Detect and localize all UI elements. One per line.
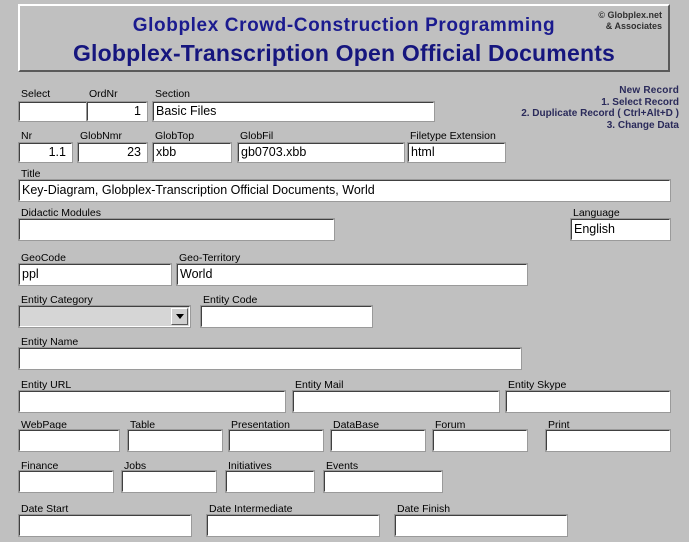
label-entity-name: Entity Name	[21, 336, 79, 348]
globfil-input[interactable]: gb0703.xbb	[237, 142, 405, 163]
title-input[interactable]: Key-Diagram, Globplex-Transcription Offi…	[18, 179, 671, 202]
label-date-start: Date Start	[21, 503, 69, 515]
finance-input[interactable]	[18, 470, 114, 493]
label-entity-category: Entity Category	[21, 294, 93, 306]
globtop-input[interactable]: xbb	[152, 142, 232, 163]
entity-skype-input[interactable]	[505, 390, 671, 413]
new-record-step-2: 2. Duplicate Record ( Ctrl+Alt+D )	[521, 108, 679, 119]
entity-code-input[interactable]	[200, 305, 373, 328]
initiatives-input[interactable]	[225, 470, 315, 493]
label-date-intermediate: Date Intermediate	[209, 503, 293, 515]
chevron-down-icon[interactable]	[171, 308, 188, 325]
events-input[interactable]	[323, 470, 443, 493]
label-geocode: GeoCode	[21, 252, 66, 264]
label-section: Section	[155, 88, 191, 100]
label-select: Select	[21, 88, 51, 100]
didactic-modules-input[interactable]	[18, 218, 335, 241]
print-input[interactable]	[545, 429, 671, 452]
jobs-input[interactable]	[121, 470, 217, 493]
label-globfil: GlobFil	[240, 130, 274, 142]
nr-input[interactable]: 1.1	[18, 142, 73, 163]
label-globtop: GlobTop	[155, 130, 195, 142]
entity-name-input[interactable]	[18, 347, 522, 370]
language-input[interactable]: English	[570, 218, 671, 241]
select-input[interactable]	[18, 101, 88, 122]
forum-input[interactable]	[432, 429, 528, 452]
copyright-line-1: © Globplex.net	[598, 10, 662, 20]
globnmr-input[interactable]: 23	[77, 142, 148, 163]
presentation-input[interactable]	[228, 429, 324, 452]
label-filetype-extension: Filetype Extension	[410, 130, 496, 142]
table-input[interactable]	[127, 429, 223, 452]
label-globnmr: GlobNmr	[80, 130, 123, 142]
entity-mail-input[interactable]	[292, 390, 500, 413]
label-entity-mail: Entity Mail	[295, 379, 344, 391]
new-record-step-3: 3. Change Data	[606, 119, 679, 131]
webpage-input[interactable]	[18, 429, 120, 452]
label-geo-territory: Geo-Territory	[179, 252, 241, 264]
label-date-finish: Date Finish	[397, 503, 451, 515]
label-title: Title	[21, 168, 41, 180]
date-finish-input[interactable]	[394, 514, 568, 537]
ordnr-input[interactable]: 1	[86, 101, 148, 122]
new-record-heading: New Record	[619, 85, 679, 96]
section-input[interactable]: Basic Files	[152, 101, 435, 122]
entity-category-select[interactable]	[18, 305, 191, 328]
label-language: Language	[573, 207, 620, 219]
page-title: Globplex-Transcription Open Official Doc…	[72, 40, 616, 66]
banner-subtitle: Globplex Crowd-Construction Programming	[132, 15, 556, 36]
label-nr: Nr	[21, 130, 33, 142]
geo-territory-input[interactable]: World	[176, 263, 528, 286]
geocode-input[interactable]: ppl	[18, 263, 172, 286]
date-start-input[interactable]	[18, 514, 192, 537]
entity-url-input[interactable]	[18, 390, 286, 413]
label-didactic-modules: Didactic Modules	[21, 207, 101, 219]
copyright-notice: © Globplex.net & Associates	[598, 10, 662, 32]
new-record-instructions: New Record 1. Select Record 2. Duplicate…	[521, 85, 679, 131]
database-input[interactable]	[330, 429, 426, 452]
new-record-step-1: 1. Select Record	[601, 96, 679, 108]
copyright-line-2: & Associates	[605, 21, 662, 31]
header-banner: Globplex Crowd-Construction Programming …	[18, 4, 670, 72]
label-entity-code: Entity Code	[203, 294, 258, 306]
label-entity-skype: Entity Skype	[508, 379, 567, 391]
date-intermediate-input[interactable]	[206, 514, 380, 537]
filetype-extension-input[interactable]: html	[407, 142, 506, 163]
label-ordnr: OrdNr	[89, 88, 118, 100]
label-entity-url: Entity URL	[21, 379, 72, 391]
